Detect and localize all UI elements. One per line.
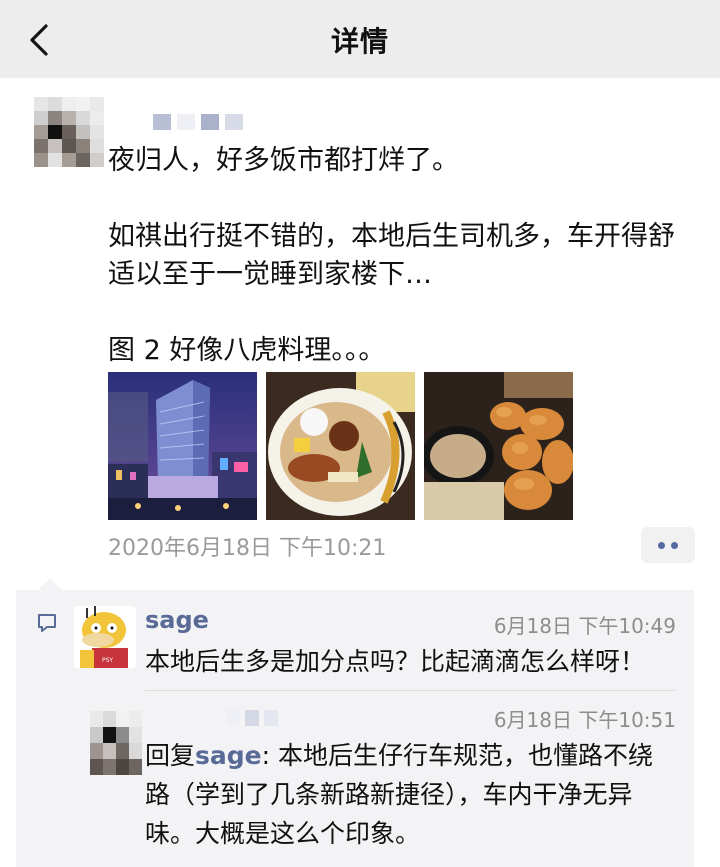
- comments-panel-pointer: [38, 578, 62, 590]
- photo-grid: [108, 372, 573, 520]
- more-dots-icon: [658, 542, 665, 549]
- post-text: 夜归人，好多饭市都打烊了。 如祺出行挺不错的，本地后生司机多，车开得舒适以至于一…: [108, 142, 698, 370]
- svg-text:PSY: PSY: [102, 657, 113, 664]
- reply-prefix: 回复: [145, 741, 196, 770]
- comments-panel: PSY sage 6月18日 下午10:49 本地后生多是加分点吗？比起滴滴怎么…: [16, 578, 694, 867]
- replier-name-redacted[interactable]: [226, 710, 278, 726]
- photo-ramen-bowl[interactable]: [266, 372, 415, 520]
- more-dots-icon-dot: [671, 542, 678, 549]
- reply-text-line: 路（学到了几条新路新捷径），车内干净无异: [145, 780, 633, 809]
- nav-bar: 详情: [0, 0, 720, 78]
- post-timestamp: 2020年6月18日 下午10:21: [108, 536, 387, 561]
- author-name-redacted[interactable]: [153, 114, 243, 134]
- replier-avatar[interactable]: [90, 711, 142, 775]
- post-paragraph: 如祺出行挺不错的，本地后生司机多，车开得舒适以至于一觉睡到家楼下…: [108, 221, 675, 290]
- reply-text-line: : 本地后生仔行车规范，也懂路不绕: [261, 741, 653, 770]
- post-paragraph: 图 2 好像八虎料理。。。: [108, 335, 386, 366]
- author-avatar[interactable]: [34, 97, 104, 167]
- page-title: 详情: [330, 25, 389, 58]
- commenter-name[interactable]: sage: [145, 606, 209, 634]
- reply-text[interactable]: 回复sage: 本地后生仔行车规范，也懂路不绕 路（学到了几条新路新捷径），车内…: [145, 736, 685, 853]
- comment-divider: [145, 690, 675, 691]
- photo-fried-food[interactable]: [424, 372, 573, 520]
- reply-text-line: 味。大概是这么个印象。: [145, 819, 421, 848]
- comment-text[interactable]: 本地后生多是加分点吗？比起滴滴怎么样呀！: [145, 642, 645, 681]
- reply-time: 6月18日 下午10:51: [493, 708, 676, 732]
- post-paragraph: 夜归人，好多饭市都打烊了。: [108, 145, 459, 176]
- photo-city-night-building[interactable]: [108, 372, 257, 520]
- comment-icon: [38, 614, 56, 632]
- commenter-avatar[interactable]: PSY: [74, 606, 136, 668]
- reply-to-name[interactable]: sage: [195, 741, 262, 770]
- comment-time: 6月18日 下午10:49: [493, 614, 676, 638]
- more-actions-button[interactable]: [641, 527, 695, 563]
